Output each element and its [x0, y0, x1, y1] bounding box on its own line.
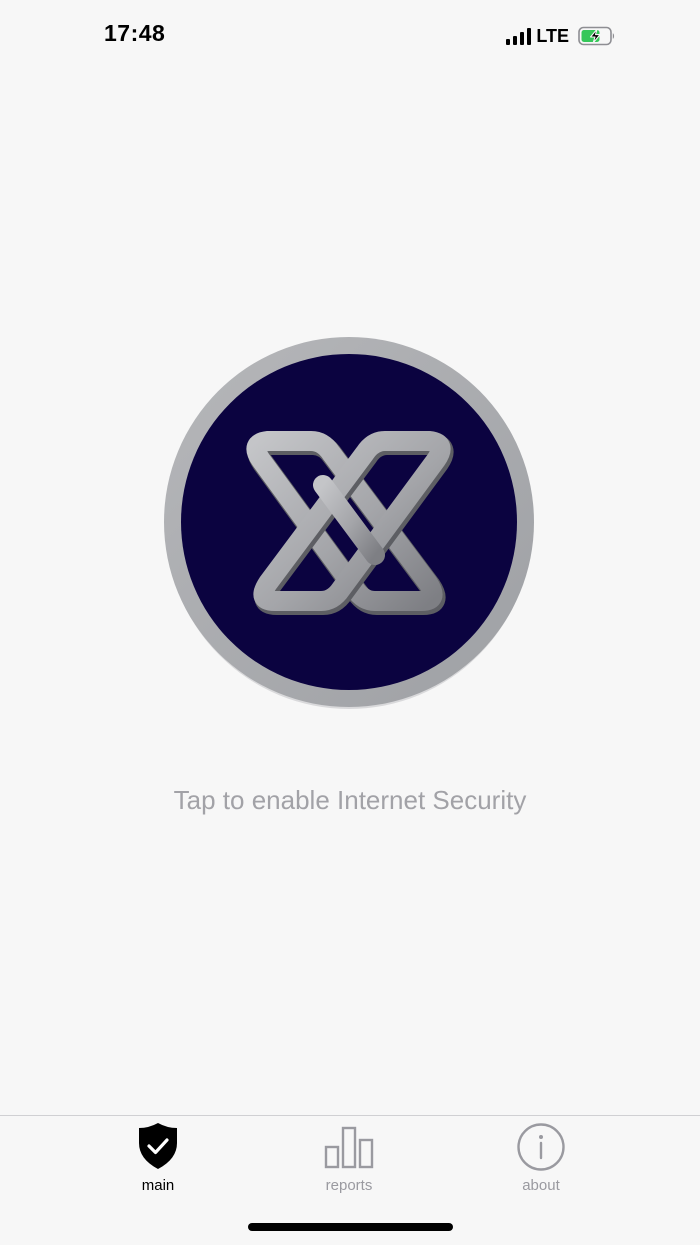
bar-chart-icon [324, 1126, 374, 1169]
enable-security-button[interactable] [163, 335, 535, 713]
tab-reports[interactable]: reports [289, 1121, 409, 1194]
tab-about[interactable]: about [481, 1121, 601, 1194]
home-indicator[interactable] [248, 1223, 453, 1231]
tab-main-label: main [141, 1177, 175, 1194]
cellular-signal-icon [506, 27, 532, 45]
status-indicators: LTE [506, 25, 616, 47]
battery-charging-icon [578, 26, 615, 46]
network-type-label: LTE [536, 25, 569, 46]
tab-about-label: about [522, 1177, 560, 1194]
status-bar: 17:48 LTE [0, 0, 700, 72]
tab-reports-label: reports [325, 1177, 373, 1194]
status-time: 17:48 [104, 20, 166, 46]
tab-main[interactable]: main [98, 1121, 218, 1194]
enable-hint-text: Tap to enable Internet Security [173, 785, 527, 815]
info-icon [517, 1123, 565, 1171]
shield-check-icon [139, 1123, 177, 1169]
